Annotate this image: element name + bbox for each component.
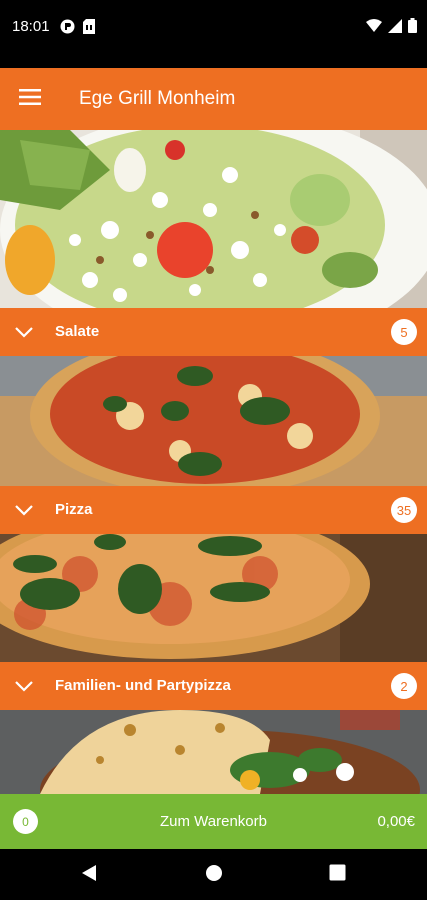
status-time: 18:01	[12, 18, 50, 35]
chevron-down-icon	[14, 324, 34, 340]
cart-total: 0,00€	[377, 813, 415, 830]
category-label: Familien- und Partypizza	[55, 677, 231, 694]
category-count-badge: 35	[391, 497, 417, 523]
category-salate[interactable]: Salate 5	[0, 308, 427, 356]
category-pizza[interactable]: Pizza 35	[0, 486, 427, 534]
salad-photo[interactable]	[0, 130, 427, 308]
status-bar: 18:01	[0, 0, 427, 68]
family-pizza-photo[interactable]	[0, 534, 427, 662]
category-familien-partypizza[interactable]: Familien- und Partypizza 2	[0, 662, 427, 710]
system-nav-bar	[0, 849, 427, 900]
cart-label: Zum Warenkorb	[160, 813, 267, 830]
recents-icon	[329, 864, 346, 886]
chevron-down-icon	[14, 502, 34, 518]
battery-icon	[408, 18, 417, 38]
back-button[interactable]	[78, 864, 100, 886]
menu-button[interactable]	[14, 84, 46, 114]
wifi-icon	[366, 18, 382, 38]
category-label: Salate	[55, 323, 100, 340]
hamburger-menu-icon	[19, 88, 41, 110]
recents-button[interactable]	[326, 864, 348, 886]
home-icon	[205, 864, 223, 887]
category-label: Pizza	[55, 501, 93, 518]
pizza-photo[interactable]	[0, 356, 427, 486]
calzone-photo[interactable]	[0, 710, 427, 794]
app-bar: Ege Grill Monheim	[0, 68, 427, 130]
vpn-icon	[60, 19, 75, 39]
back-icon	[80, 864, 98, 887]
chevron-down-icon	[14, 678, 34, 694]
signal-icon	[388, 18, 402, 38]
sim-icon	[83, 19, 95, 39]
cart-button[interactable]: 0 Zum Warenkorb 0,00€	[0, 794, 427, 849]
app-title: Ege Grill Monheim	[79, 88, 236, 109]
category-count-badge: 5	[391, 319, 417, 345]
home-button[interactable]	[203, 864, 225, 886]
category-count-badge: 2	[391, 673, 417, 699]
category-list[interactable]: Salate 5 Pizza 35 Familien- und Partypiz…	[0, 130, 427, 794]
